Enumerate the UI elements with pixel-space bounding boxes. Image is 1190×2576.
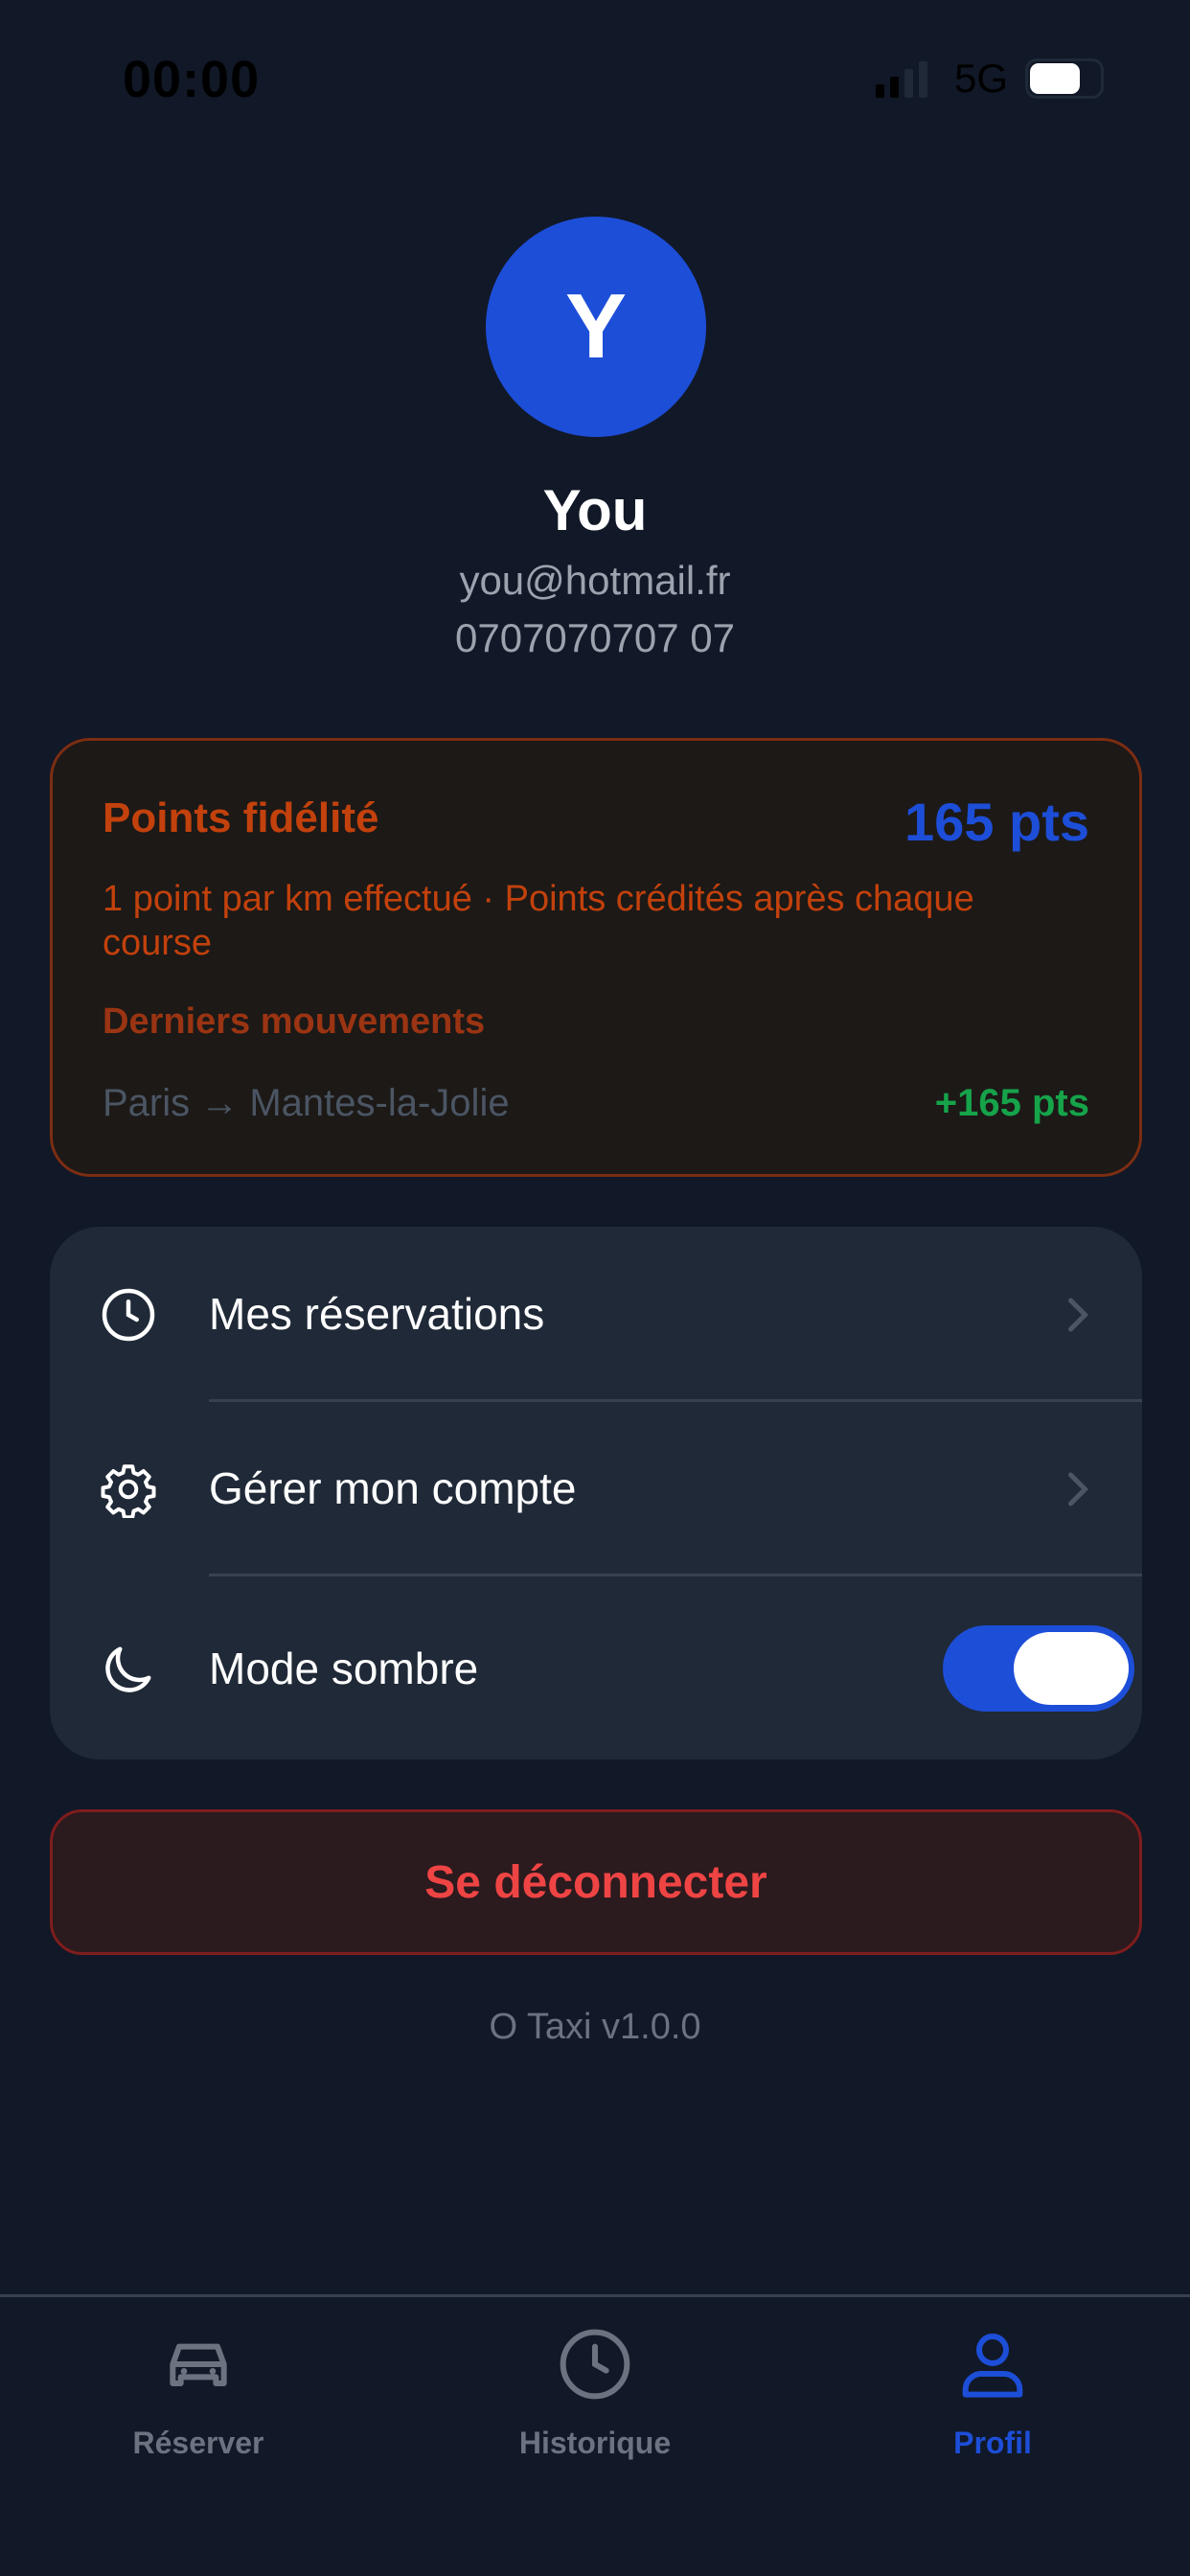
tab-bar: Réserver Historique Profil xyxy=(0,2294,1190,2576)
avatar: Y xyxy=(486,217,706,437)
person-icon xyxy=(962,2334,1023,2398)
logout-button[interactable]: Se déconnecter xyxy=(50,1809,1142,1955)
menu-item-reservations[interactable]: Mes réservations xyxy=(50,1227,1142,1401)
signal-icon xyxy=(875,59,933,98)
profile-name: You xyxy=(542,478,648,542)
tab-reserver[interactable]: Réserver xyxy=(55,2326,342,2479)
profile-phone: 0707070707 07 xyxy=(455,615,735,660)
tab-label: Profil xyxy=(953,2426,1032,2460)
movement-route: Paris → Mantes-la-Jolie xyxy=(103,1082,510,1124)
chevron-right-icon xyxy=(1068,1298,1089,1332)
divider xyxy=(209,1574,1142,1576)
clock-icon xyxy=(102,1288,155,1342)
moon-icon xyxy=(105,1646,151,1692)
tab-label: Historique xyxy=(518,2426,672,2460)
status-time: 00:00 xyxy=(123,51,261,108)
profile-screen: 00:00 5G Y You you@hotmail.fr 0707070707… xyxy=(0,0,1190,2576)
battery-icon xyxy=(1025,58,1104,99)
loyalty-title: Points fidélité xyxy=(103,794,379,841)
menu-item-label: Mes réservations xyxy=(209,1289,545,1339)
tab-profil[interactable]: Profil xyxy=(849,2326,1136,2479)
network-label: 5G xyxy=(953,56,1008,101)
menu-item-label: Mode sombre xyxy=(209,1644,479,1693)
movement-points: +165 pts xyxy=(934,1082,1089,1124)
profile-email: you@hotmail.fr xyxy=(459,558,731,603)
status-indicators: 5G xyxy=(875,56,1104,102)
toggle-knob xyxy=(1014,1632,1129,1705)
clock-icon xyxy=(560,2329,630,2400)
loyalty-card: Points fidélité 165 pts 1 point par km e… xyxy=(50,738,1142,1177)
car-icon xyxy=(170,2343,227,2386)
chevron-right-icon xyxy=(1068,1472,1089,1506)
app-version: O Taxi v1.0.0 xyxy=(489,2007,701,2047)
tab-label: Réserver xyxy=(132,2426,264,2460)
loyalty-description: 1 point par km effectué · Points crédité… xyxy=(103,879,974,963)
movements-title: Derniers mouvements xyxy=(103,1001,486,1042)
menu-item-account[interactable]: Gérer mon compte xyxy=(50,1401,1142,1576)
dark-mode-toggle[interactable] xyxy=(943,1625,1134,1712)
tab-historique[interactable]: Historique xyxy=(451,2326,739,2479)
menu-item-label: Gérer mon compte xyxy=(209,1463,577,1513)
gear-icon xyxy=(101,1464,156,1518)
loyalty-points: 165 pts xyxy=(904,792,1089,852)
